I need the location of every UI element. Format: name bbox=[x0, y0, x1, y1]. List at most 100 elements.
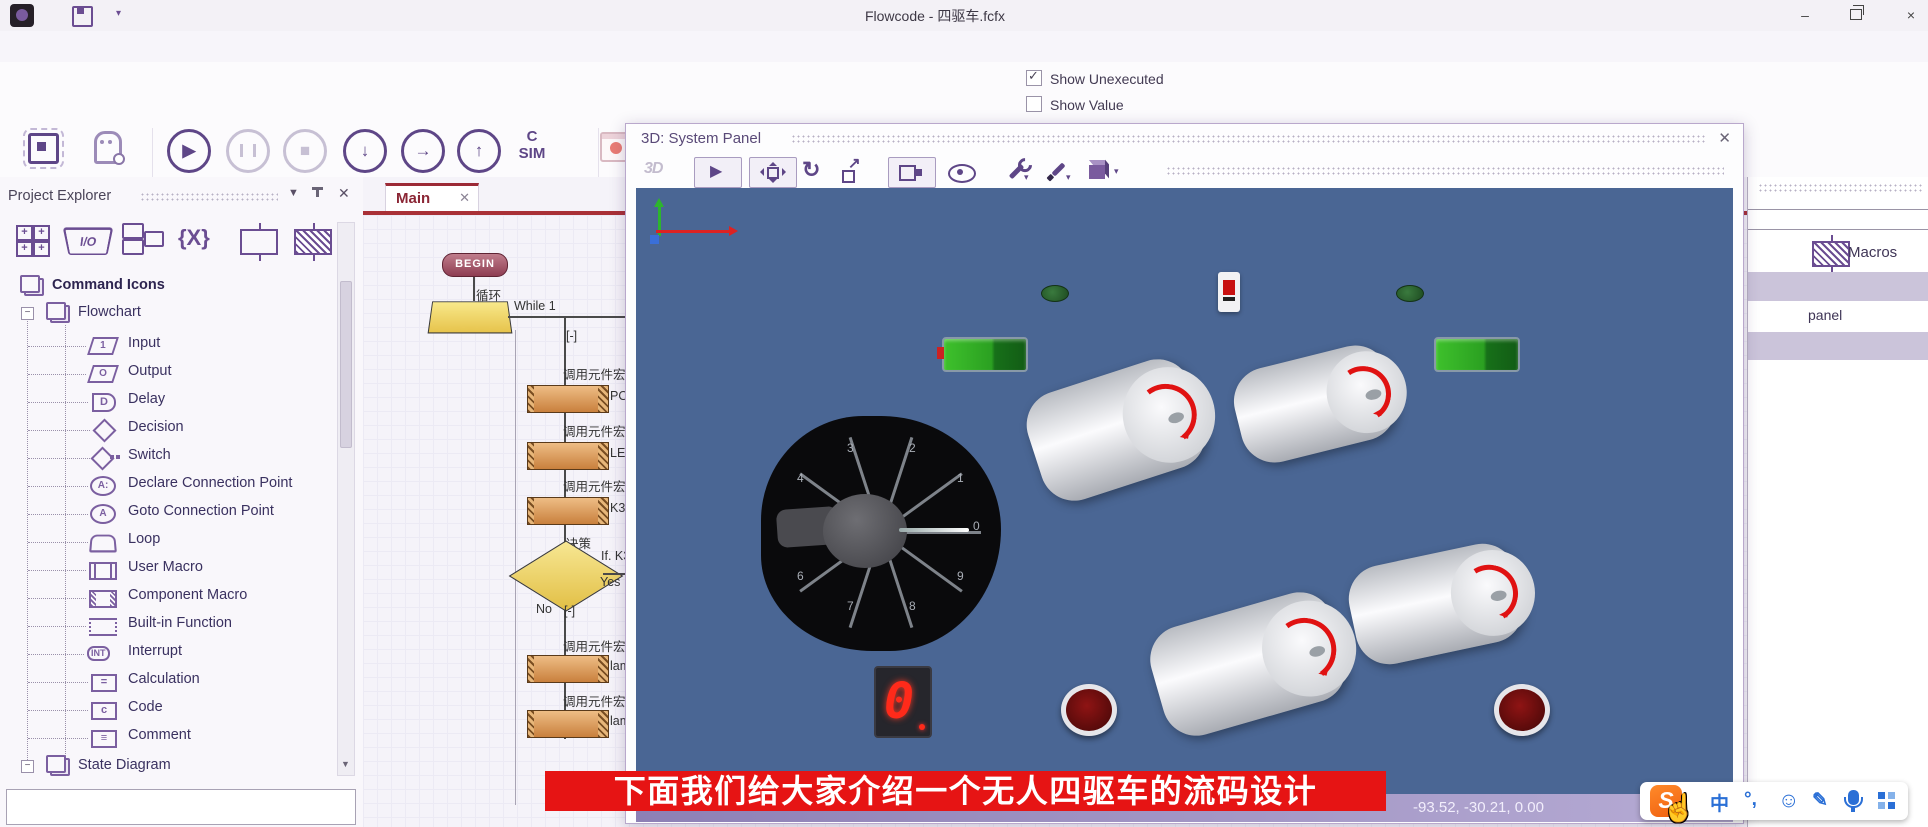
restore-button[interactable] bbox=[1850, 9, 1862, 20]
table-row-panel[interactable]: panel bbox=[1808, 307, 1842, 323]
collapse-icon[interactable]: − bbox=[21, 760, 34, 773]
panel-drag-texture[interactable] bbox=[140, 192, 278, 202]
app-icon[interactable] bbox=[10, 4, 34, 27]
led-component[interactable] bbox=[1041, 285, 1069, 302]
tree-item-comment[interactable]: ≡Comment bbox=[0, 725, 360, 751]
ime-mic-icon[interactable] bbox=[1848, 790, 1859, 805]
push-button-component[interactable] bbox=[1494, 684, 1550, 736]
stop-button[interactable]: ■ bbox=[283, 129, 327, 173]
flow-collapse[interactable]: [-] bbox=[564, 604, 575, 618]
ime-punct-icon[interactable]: °, bbox=[1744, 789, 1757, 811]
wrench-caret-icon[interactable]: ▾ bbox=[1024, 172, 1029, 183]
led-component[interactable] bbox=[1396, 285, 1424, 302]
checkbox-checked-icon[interactable] bbox=[1026, 70, 1042, 86]
3d-panel-close-icon[interactable]: ✕ bbox=[1718, 129, 1731, 147]
seven-segment-display[interactable]: 0 bbox=[874, 666, 932, 738]
3d-system-panel-window[interactable]: 3D: System Panel ✕ 3D ▶ ↻ ↗ ▾ ▾ ▾ bbox=[625, 123, 1744, 824]
solid-cube-icon[interactable] bbox=[1089, 165, 1105, 179]
tree-group-state-diagram[interactable]: −State Diagram bbox=[0, 755, 360, 781]
quick-access-caret-icon[interactable]: ▾ bbox=[116, 8, 121, 19]
pause-button[interactable] bbox=[226, 129, 270, 173]
tree-item-goto-connection-point[interactable]: AGoto Connection Point bbox=[0, 501, 360, 527]
rotary-dial-component[interactable]: 0 1 2 3 4 5 6 7 8 9 bbox=[761, 416, 1001, 651]
scroll-down-icon[interactable]: ▼ bbox=[341, 759, 350, 769]
step-out-button[interactable]: ↑ bbox=[457, 129, 501, 173]
3d-viewport[interactable]: 0 1 2 3 4 5 6 7 8 9 0 bbox=[636, 188, 1733, 794]
explorer-bottom-pane[interactable] bbox=[6, 789, 356, 825]
ime-pencil-icon[interactable]: ✎ bbox=[1812, 789, 1828, 812]
flow-macro-box[interactable] bbox=[527, 442, 609, 470]
tree-group-flowchart[interactable]: − Flowchart bbox=[0, 302, 360, 328]
pan-tool-button[interactable] bbox=[749, 157, 797, 188]
table-row[interactable] bbox=[1748, 272, 1928, 301]
windows-icon-tool[interactable] bbox=[122, 223, 162, 255]
component-macro-icon-tool[interactable] bbox=[294, 229, 332, 255]
tree-item-calculation[interactable]: =Calculation bbox=[0, 669, 360, 695]
macro-icon-tool[interactable] bbox=[240, 229, 278, 255]
tree-item-declare-connection-point[interactable]: A:Declare Connection Point bbox=[0, 473, 360, 499]
flow-begin[interactable]: BEGIN bbox=[442, 253, 508, 277]
ghost-options-icon[interactable] bbox=[94, 131, 122, 164]
switch-component[interactable] bbox=[1218, 272, 1240, 312]
tree-item-delay[interactable]: DDelay bbox=[0, 389, 360, 415]
minimize-button[interactable]: – bbox=[1790, 5, 1820, 25]
motor-component[interactable] bbox=[1142, 584, 1354, 743]
pin-icon[interactable] bbox=[316, 187, 319, 197]
tree-item-built-in-function[interactable]: Built-in Function bbox=[0, 613, 360, 639]
icon-grid-tool[interactable]: ++++ bbox=[16, 225, 50, 255]
step-over-button[interactable]: → bbox=[401, 129, 445, 173]
tree-item-output[interactable]: OOutput bbox=[0, 361, 360, 387]
paint-brush-icon[interactable] bbox=[1051, 162, 1065, 176]
led-bar-component[interactable] bbox=[942, 337, 1028, 372]
collapse-icon[interactable]: − bbox=[21, 307, 34, 320]
motor-component[interactable] bbox=[1227, 338, 1404, 469]
visibility-eye-icon[interactable] bbox=[948, 164, 976, 183]
tree-item-input[interactable]: 1Input bbox=[0, 333, 360, 359]
panel-drag-texture[interactable] bbox=[791, 134, 1706, 145]
frame-tool-button[interactable] bbox=[888, 157, 936, 188]
ime-emoji-icon[interactable]: ☺ bbox=[1778, 789, 1799, 813]
variables-icon-tool[interactable]: {X} bbox=[178, 225, 210, 269]
dial-knob[interactable] bbox=[823, 494, 907, 568]
tree-item-decision[interactable]: Decision bbox=[0, 417, 360, 443]
tree-item-loop[interactable]: Loop bbox=[0, 529, 360, 555]
tree-item-interrupt[interactable]: INTInterrupt bbox=[0, 641, 360, 667]
push-button-component[interactable] bbox=[1061, 684, 1117, 736]
step-into-button[interactable]: ↓ bbox=[343, 129, 387, 173]
flow-macro-box[interactable] bbox=[527, 710, 609, 738]
show-unexecuted-checkbox[interactable]: Show Unexecuted bbox=[1026, 70, 1164, 90]
tree-item-code[interactable]: cCode bbox=[0, 697, 360, 723]
tree-item-component-macro[interactable]: Component Macro bbox=[0, 585, 360, 611]
wrench-settings-icon[interactable] bbox=[1009, 164, 1025, 180]
scrollbar-thumb[interactable] bbox=[340, 281, 352, 448]
tree-item-user-macro[interactable]: User Macro bbox=[0, 557, 360, 583]
checkbox-unchecked-icon[interactable] bbox=[1026, 96, 1042, 112]
tree-root-command-icons[interactable]: Command Icons bbox=[0, 275, 360, 301]
table-row[interactable] bbox=[1748, 332, 1928, 360]
run-button[interactable]: ▶ bbox=[167, 129, 211, 173]
flow-macro-box[interactable] bbox=[527, 655, 609, 683]
motor-component[interactable] bbox=[1342, 537, 1529, 670]
save-icon[interactable] bbox=[72, 6, 93, 27]
rotate-view-icon[interactable]: ↻ bbox=[802, 157, 820, 183]
flow-while-shape[interactable] bbox=[428, 301, 513, 333]
panel-close-icon[interactable]: ✕ bbox=[338, 185, 350, 202]
panel-drag-texture[interactable] bbox=[1758, 183, 1923, 194]
flow-macro-box[interactable] bbox=[527, 497, 609, 525]
tab-close-icon[interactable]: ✕ bbox=[459, 190, 470, 206]
panel-menu-caret-icon[interactable]: ▼ bbox=[288, 187, 299, 199]
flow-macro-box[interactable] bbox=[527, 385, 609, 413]
ime-lang-icon[interactable]: 中 bbox=[1710, 789, 1729, 816]
tree-item-switch[interactable]: Switch bbox=[0, 445, 360, 471]
led-bar-component[interactable] bbox=[1434, 337, 1520, 372]
motor-component[interactable] bbox=[1018, 350, 1214, 509]
io-icon-tool[interactable]: I/O bbox=[63, 227, 114, 255]
enable-icd-icon[interactable] bbox=[28, 133, 59, 164]
simulate-c-code-icon[interactable]: CSIM bbox=[502, 128, 562, 162]
toolbar-drag-texture[interactable] bbox=[1166, 166, 1724, 177]
explorer-scrollbar[interactable]: ▼ bbox=[337, 222, 355, 776]
ime-keyboard-grid-icon[interactable] bbox=[1878, 792, 1895, 809]
brush-caret-icon[interactable]: ▾ bbox=[1066, 172, 1071, 183]
select-tool-button[interactable]: ▶ bbox=[694, 157, 742, 188]
cube-caret-icon[interactable]: ▾ bbox=[1114, 166, 1119, 177]
